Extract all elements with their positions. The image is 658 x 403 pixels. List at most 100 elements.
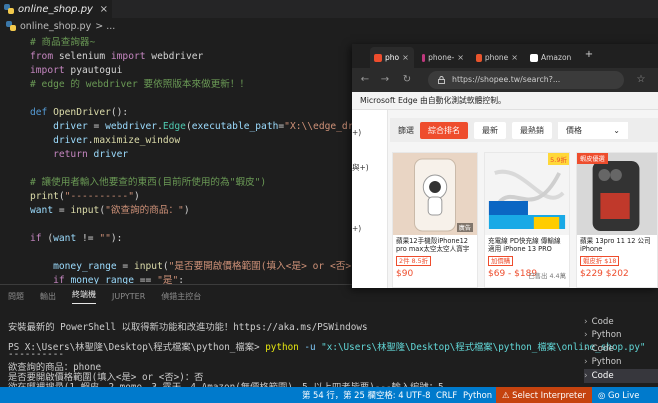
forward-icon[interactable]: → [378, 73, 392, 87]
code-text: from selenium import webdriver [30, 51, 204, 62]
tab-online-shop[interactable]: online_shop.py × [0, 0, 112, 18]
terminal-line: 安裝最新的 PowerShell 以取得新功能和改進功能！https://aka… [8, 322, 368, 333]
product-tag: 加價購 [488, 256, 514, 266]
code-text: want = input("欲查詢的商品：") [30, 205, 190, 216]
edge-window: pho × phone- × phone × Amazon + ← → ↻ ht… [352, 44, 658, 288]
go-live-button[interactable]: ◎ Go Live [598, 387, 639, 403]
product-price: $229 $202 [580, 269, 629, 279]
code-line[interactable]: # 商品查詢器~ [0, 36, 360, 50]
close-icon[interactable]: × [100, 4, 108, 15]
select-interpreter-button[interactable]: ⚠ Select Interpreter [496, 387, 592, 403]
product-title: 蘋果 13pro 11 12 公司 iPhone [580, 237, 651, 254]
tab-problems[interactable]: 問題 [8, 291, 24, 302]
code-text: if (want != ""): [30, 233, 123, 244]
address-bar[interactable]: https://shopee.tw/search?... [428, 71, 624, 89]
product-card[interactable]: 蝦皮優選 蘋果 13pro 11 12 公司 iPhone 蝦皮折 $18 $2… [576, 152, 658, 288]
status-language[interactable]: Python [463, 387, 492, 403]
code-line[interactable]: def OpenDriver(): [0, 106, 360, 120]
breadcrumb-file[interactable]: online_shop.py [20, 21, 91, 32]
tab-terminal[interactable]: 終端機 [72, 289, 96, 304]
sort-latest-button[interactable]: 最新 [474, 121, 506, 139]
browser-tab-amazon[interactable]: Amazon [526, 47, 578, 68]
status-spaces[interactable]: 空格: 4 [376, 387, 404, 403]
code-line[interactable]: if (want != ""): [0, 232, 360, 246]
terminal-list-item[interactable]: › Code [584, 342, 658, 356]
close-icon[interactable]: × [457, 53, 464, 62]
status-bar: 第 54 行，第 25 欄 空格: 4 UTF-8 CRLF Python ⚠ … [0, 387, 658, 403]
tab-jupyter[interactable]: JUPYTER [112, 292, 145, 301]
code-line[interactable]: # 讓使用者輸入他要查的東西(目前所使用的為"蝦皮") [0, 176, 360, 190]
chevron-right-icon: › [584, 357, 588, 368]
new-tab-icon[interactable]: + [582, 48, 596, 62]
code-text: driver.maximize_window [53, 135, 181, 146]
price-sort-select[interactable]: 價格 ⌄ [558, 121, 628, 139]
refresh-icon[interactable]: ↻ [400, 73, 414, 87]
browser-tab-shopee[interactable]: pho × [370, 47, 414, 68]
browser-tab-ruten[interactable]: phone × [472, 47, 522, 68]
code-line[interactable]: want = input("欲查詢的商品：") [0, 204, 360, 218]
product-card[interactable]: 廣告 蘋果12手機殼iPhone12 pro max太空太空人寶宇宙影11 pr… [392, 152, 478, 288]
product-sold-count: 已售出 4.4萬 [528, 272, 566, 280]
status-encoding[interactable]: UTF-8 [406, 387, 430, 403]
terminal-command-line: PS X:\Users\林聖隆\Desktop\程式檔案\python_檔案> … [8, 339, 646, 353]
code-line[interactable]: money_range = input("是否要開啟價格範圍(填入<是> or … [0, 260, 360, 274]
shopee-page: +) 與+) +) 篩選 綜合排名 最新 最熱銷 價格 ⌄ 廣告 蘋果12手機殼i… [352, 110, 658, 288]
sort-label: 篩選 [398, 125, 414, 135]
sort-bar: 篩選 綜合排名 最新 最熱銷 價格 ⌄ [390, 118, 658, 142]
shopee-favicon-icon [374, 53, 382, 62]
code-line[interactable] [0, 92, 360, 106]
code-line[interactable] [0, 162, 360, 176]
code-line[interactable] [0, 246, 360, 260]
preferred-badge: 蝦皮優選 [577, 153, 608, 164]
back-icon[interactable]: ← [358, 73, 372, 87]
ad-badge: 廣告 [456, 223, 473, 232]
terminal-cmd: python [265, 342, 299, 353]
product-tag: 2件 8.5折 [396, 256, 432, 266]
code-line[interactable]: # edge 的 webdriver 要依照版本來做更新！！ [0, 78, 360, 92]
code-text: return driver [53, 149, 129, 160]
favorites-icon[interactable]: ☆ [634, 73, 648, 87]
terminal-list-item[interactable]: › Python [584, 356, 658, 370]
code-line[interactable]: return driver [0, 148, 360, 162]
close-icon[interactable]: × [402, 53, 409, 62]
code-line[interactable] [0, 218, 360, 232]
code-line[interactable]: driver = webdriver.Edge(executable_path=… [0, 120, 360, 134]
code-line[interactable]: print("----------") [0, 190, 360, 204]
browser-tab-bar: pho × phone- × phone × Amazon + [352, 44, 658, 68]
tab-title: online_shop.py [18, 3, 93, 15]
terminal-list-item[interactable]: › Code [584, 315, 658, 329]
code-line[interactable]: import pyautogui [0, 64, 360, 78]
product-image [577, 153, 657, 235]
code-text: # 商品查詢器~ [30, 37, 96, 48]
status-eol[interactable]: CRLF [436, 387, 457, 403]
code-text: money_range = input("是否要開啟價格範圍(填入<是> or … [53, 261, 360, 272]
close-icon[interactable]: × [511, 53, 518, 62]
browser-tab-momo[interactable]: phone- × [418, 47, 468, 68]
code-line[interactable]: from selenium import webdriver [0, 50, 360, 64]
code-line[interactable]: driver.maximize_window [0, 134, 360, 148]
chevron-right-icon: › [584, 330, 588, 341]
sort-top-sales-button[interactable]: 最熱銷 [512, 121, 552, 139]
code-line[interactable]: if money_range == "是": [0, 274, 360, 284]
code-text: # 讓使用者輸入他要查的東西(目前所使用的為"蝦皮") [30, 177, 267, 188]
tab-output[interactable]: 輸出 [40, 291, 56, 302]
chevron-right-icon: › [584, 316, 588, 327]
sidebar-text: +) [352, 224, 362, 233]
product-card[interactable]: 5.9折 充電線 PD快充線 傳輸線 適用 iPhone 13 PRO SE3 … [484, 152, 570, 288]
terminal-flag: -u [298, 342, 322, 353]
product-title: 充電線 PD快充線 傳輸線 適用 iPhone 13 PRO SE3 12 11… [488, 237, 561, 254]
sort-relevance-button[interactable]: 綜合排名 [420, 121, 468, 139]
python-file-icon [6, 21, 16, 31]
terminal-list-item-active[interactable]: › Code [584, 369, 658, 383]
terminal-list: › Code › Python › Code › Python › Code [584, 315, 658, 383]
sidebar-text: 與+) [352, 163, 369, 172]
code-text: if money_range == "是": [53, 275, 185, 284]
amazon-favicon-icon [530, 53, 538, 62]
product-image [485, 153, 569, 235]
tab-debug-console[interactable]: 偵錯主控台 [161, 291, 201, 302]
python-file-icon [4, 4, 14, 14]
terminal-list-item[interactable]: › Python [584, 329, 658, 343]
code-editor[interactable]: # 商品查詢器~ from selenium import webdriver im… [0, 34, 360, 284]
code-text: # edge 的 webdriver 要依照版本來做更新！！ [30, 79, 250, 90]
status-position[interactable]: 第 54 行，第 25 欄 [302, 387, 376, 403]
